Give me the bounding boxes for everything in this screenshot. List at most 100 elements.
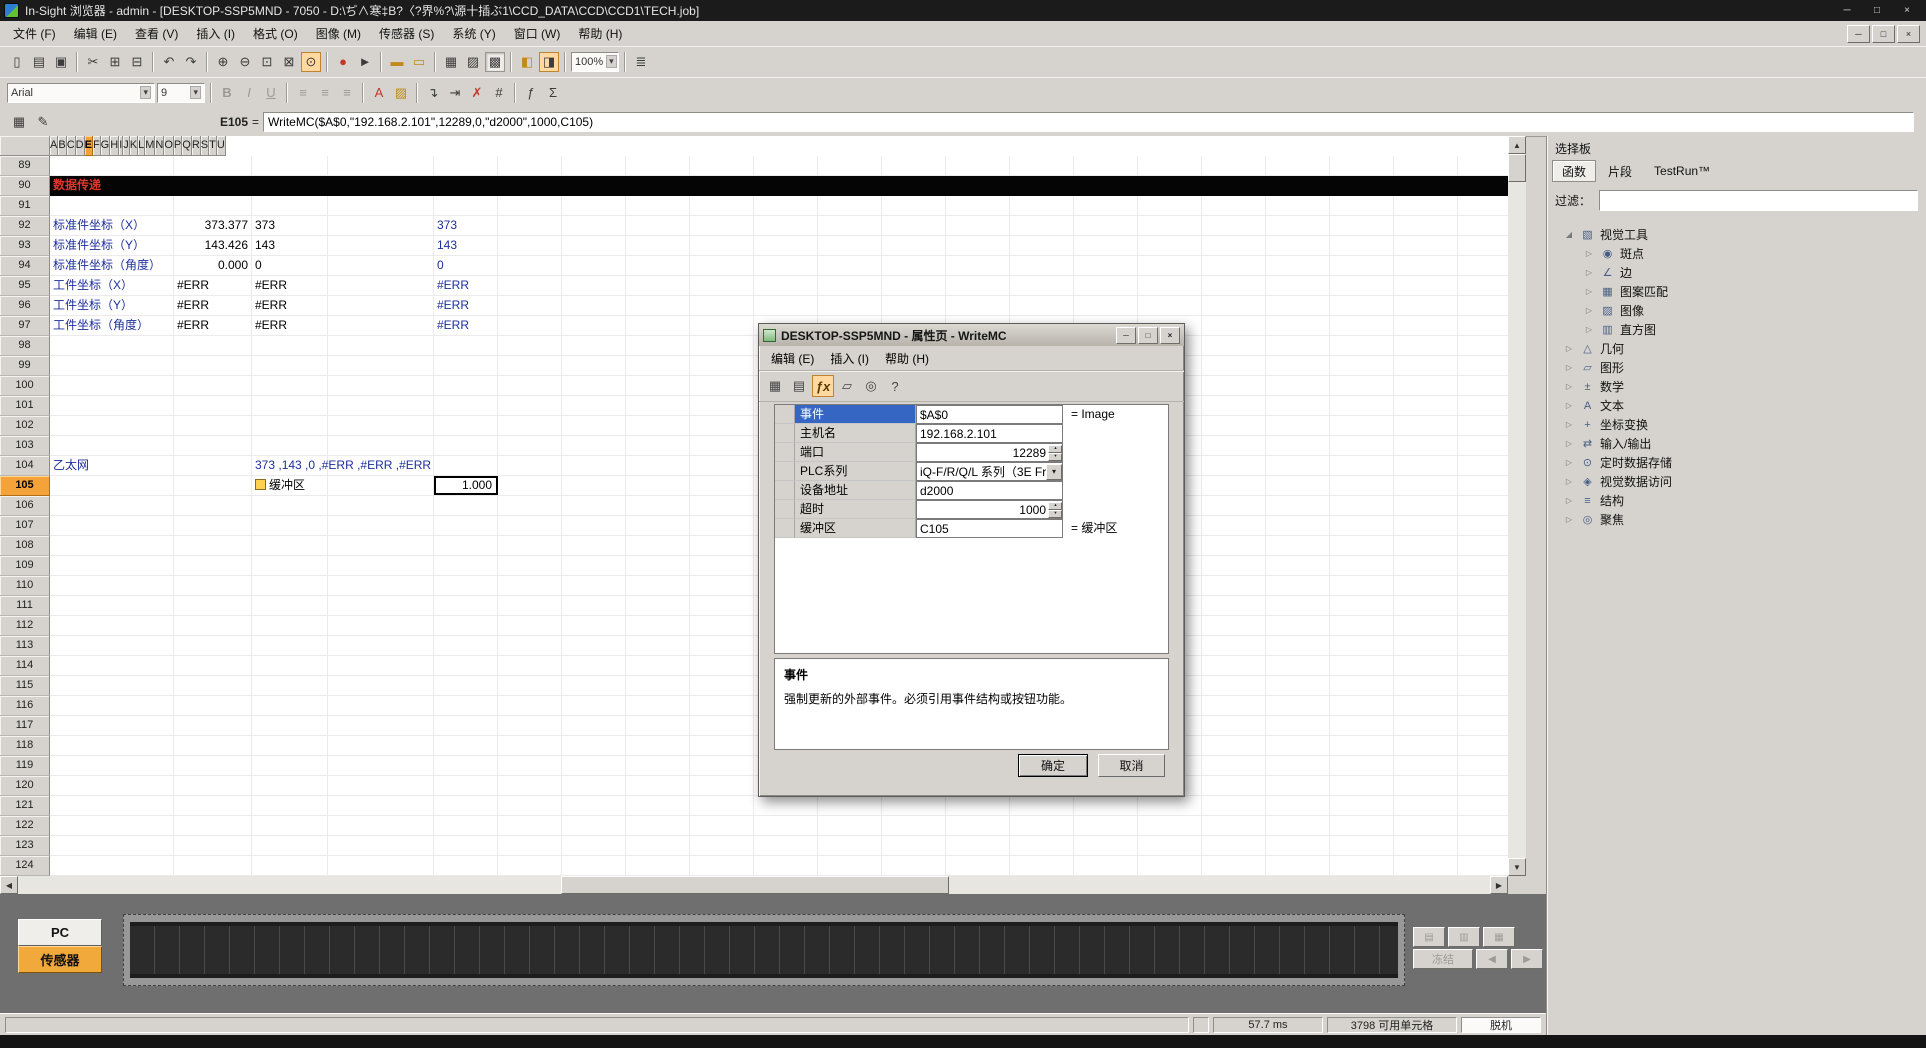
cell-col-d[interactable] [328,176,434,195]
cell-col-c[interactable]: 0 [252,256,328,275]
cell-col-e[interactable]: #ERR [434,296,498,315]
cell-col-c[interactable] [252,796,328,815]
cell-col-a[interactable] [50,636,174,655]
cell-col-e[interactable] [434,356,498,375]
row-header[interactable]: 114 [0,656,50,676]
cell-col-a[interactable] [50,416,174,435]
row-header[interactable]: 113 [0,636,50,656]
expand-arrow-icon[interactable]: ▷ [1563,477,1575,486]
trigger-icon[interactable]: ► [355,52,375,72]
cell-col-e[interactable]: 373 [434,216,498,235]
field-value[interactable]: $A$0 ▾ [916,405,1063,424]
field-value-text[interactable]: 192.168.2.101 [920,426,1062,442]
cell-col-a[interactable] [50,396,174,415]
cell-col-e[interactable] [434,756,498,775]
cell-col-d[interactable] [328,836,434,855]
expand-arrow-icon[interactable]: ▷ [1563,496,1575,505]
cell-col-d[interactable] [328,496,434,515]
row-header[interactable]: 105 [0,476,50,496]
tab-functions[interactable]: 函数 [1552,160,1596,182]
cell-col-a[interactable] [50,816,174,835]
empty-cells[interactable] [498,216,1508,235]
spin-down-icon[interactable] [1048,510,1062,518]
column-header[interactable]: F [93,136,101,156]
cell-col-c[interactable] [252,676,328,695]
field-value[interactable]: iQ-F/R/Q/L 系列（3E Fra ▾ [916,462,1063,481]
cancel-button[interactable]: 取消 [1098,754,1165,777]
fx-icon[interactable]: ƒx [812,375,834,397]
separator[interactable] [326,52,328,72]
cell-col-a[interactable]: 标准件坐标（Y） [50,236,174,255]
cell-col-d[interactable] [328,376,434,395]
cell-col-d[interactable] [328,216,434,235]
row-header[interactable]: 96 [0,296,50,316]
cell-col-c[interactable] [252,536,328,555]
field-label[interactable]: 设备地址 [795,481,916,500]
field-label[interactable]: 超时 [795,500,916,519]
cell-col-e[interactable] [434,596,498,615]
cell-col-e[interactable] [434,856,498,875]
save-job-icon[interactable]: ▣ [51,52,71,72]
sensor-button[interactable]: 传感器 [18,946,102,973]
menu-view[interactable]: 查看 (V) [126,22,187,45]
row-header[interactable]: 115 [0,676,50,696]
offline-data-icon[interactable]: ◨ [539,52,559,72]
cell-col-a[interactable] [50,356,174,375]
cell-col-c[interactable] [252,656,328,675]
cell-col-d[interactable] [328,736,434,755]
formula-input[interactable] [263,112,1914,132]
cell-col-e[interactable] [434,496,498,515]
column-header[interactable]: N [155,136,164,156]
row-header[interactable]: 93 [0,236,50,256]
cell-col-b[interactable] [174,176,252,195]
cell-reference-icon[interactable]: ▤ [788,375,810,397]
view-spreadsheet-icon[interactable]: ▩ [485,52,505,72]
cell-col-b[interactable] [174,356,252,375]
cell-col-c[interactable] [252,816,328,835]
column-header[interactable]: A [50,136,58,156]
empty-cells[interactable] [498,276,1508,295]
row-header[interactable]: 102 [0,416,50,436]
expand-arrow-icon[interactable]: ▷ [1563,344,1575,353]
field-label[interactable]: PLC系列 [795,462,916,481]
column-header[interactable]: L [138,136,145,156]
cell-col-d[interactable] [328,576,434,595]
cell-col-b[interactable] [174,376,252,395]
cell-col-d[interactable] [328,276,434,295]
cell-col-d[interactable] [328,296,434,315]
separator[interactable] [434,52,436,72]
row-header[interactable]: 98 [0,336,50,356]
cell-col-c[interactable] [252,596,328,615]
row-header[interactable]: 120 [0,776,50,796]
cell-col-e[interactable] [434,776,498,795]
cell-col-e[interactable] [434,736,498,755]
cell-col-a[interactable] [50,656,174,675]
cell-col-e[interactable] [434,416,498,435]
menu-sensor[interactable]: 传感器 (S) [370,22,443,45]
film-prev-icon[interactable]: ▤ [1413,927,1445,947]
expand-arrow-icon[interactable]: ▷ [1563,420,1575,429]
cell-col-b[interactable] [174,716,252,735]
cell-col-c[interactable] [252,836,328,855]
column-header[interactable]: U [217,136,226,156]
cell-col-a[interactable]: 数据传递 [50,176,174,195]
cell-col-c[interactable] [252,416,328,435]
cell-col-b[interactable] [174,336,252,355]
cell-col-b[interactable] [174,416,252,435]
cell-col-d[interactable] [328,776,434,795]
align-left-icon[interactable]: ≡ [293,83,313,103]
expand-arrow-icon[interactable]: ◢ [1563,230,1575,239]
empty-cells[interactable] [498,856,1508,875]
row-header[interactable]: 123 [0,836,50,856]
scroll-left-icon[interactable]: ◀ [0,876,18,894]
spinner-control[interactable] [1048,502,1062,518]
snippet-icon[interactable]: Σ [543,83,563,103]
redo-icon[interactable]: ↷ [181,52,201,72]
field-value-text[interactable]: C105 [920,521,1062,537]
empty-cells[interactable] [498,296,1508,315]
empty-cells[interactable] [498,196,1508,215]
pc-button[interactable]: PC [18,919,102,946]
cell-col-e[interactable] [434,336,498,355]
separator[interactable] [286,83,288,103]
horizontal-scrollbar[interactable]: ◀ ▶ [0,876,1526,894]
